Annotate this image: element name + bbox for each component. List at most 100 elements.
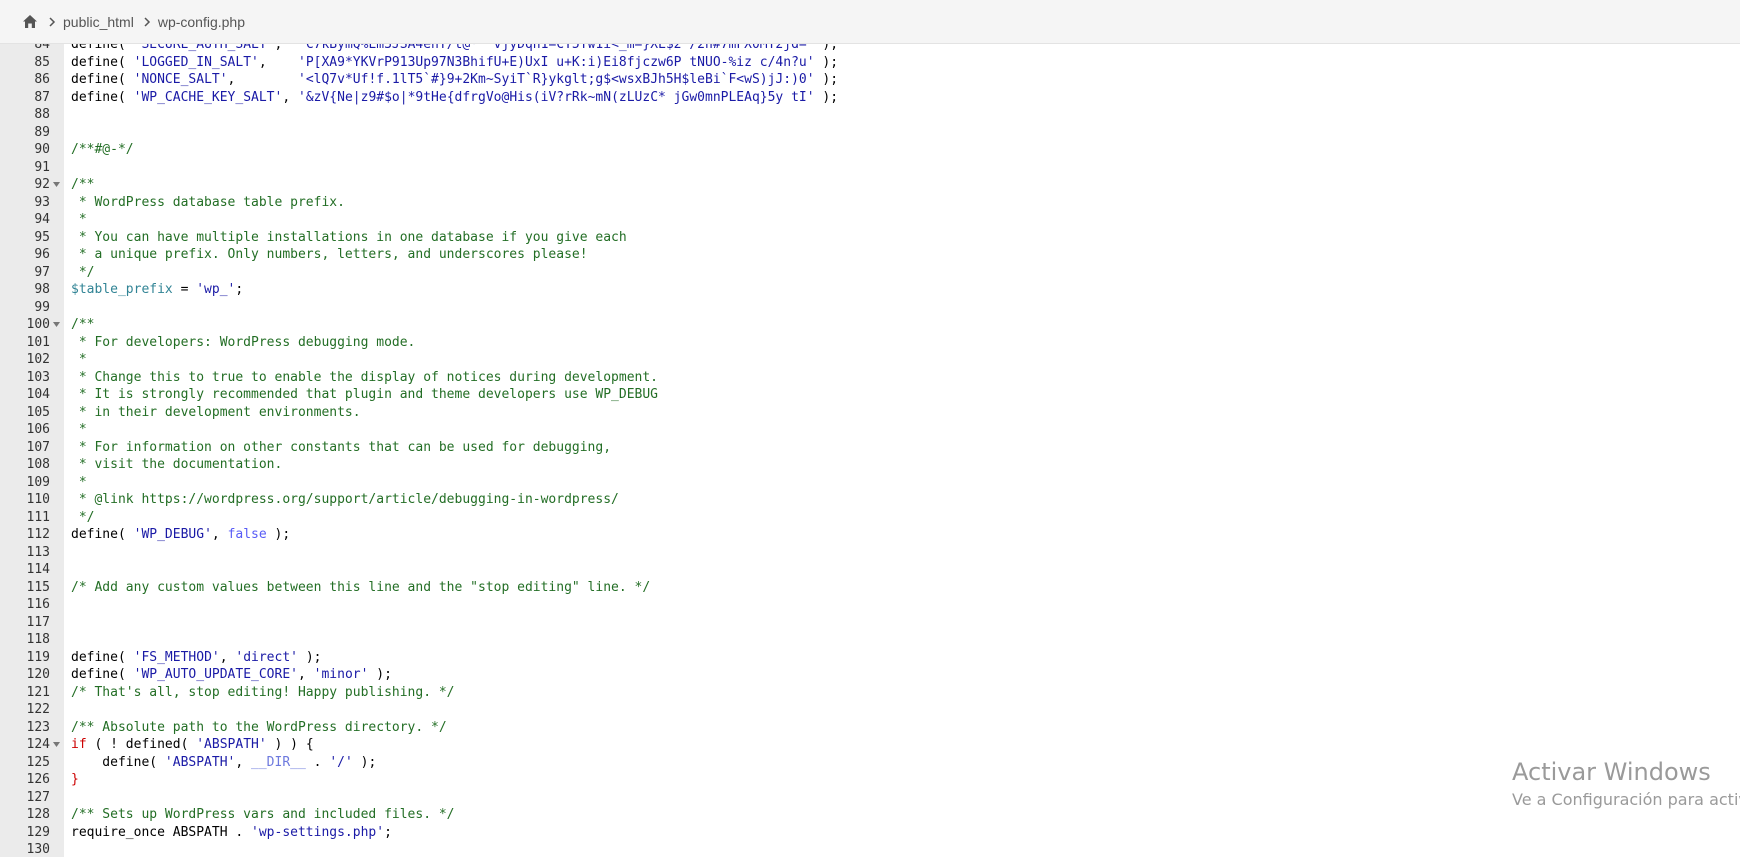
code-line[interactable]: 98 $table_prefix = 'wp_'; [0, 281, 1740, 299]
code-text: */ [71, 509, 95, 527]
code-token: * Change this to true to enable the disp… [71, 369, 658, 385]
code-line[interactable]: 88 [0, 106, 1740, 124]
code-token: 'WP_CACHE_KEY_SALT' [133, 89, 283, 105]
code-line[interactable]: 127 [0, 789, 1740, 807]
breadcrumb-wp-config[interactable]: wp-config.php [158, 14, 245, 30]
fold-caret-icon[interactable] [53, 736, 61, 754]
code-line[interactable]: 100 /** [0, 316, 1740, 334]
code-line[interactable]: 85 define( 'LOGGED_IN_SALT', 'P[XA9*YKVrP… [0, 54, 1740, 72]
code-line[interactable]: 97 */ [0, 264, 1740, 282]
code-token: * For developers: WordPress debugging mo… [71, 334, 416, 350]
code-text: * a unique prefix. Only numbers, letters… [71, 246, 588, 264]
code-token: . [305, 754, 330, 770]
code-text: * It is strongly recommended that plugin… [71, 386, 658, 404]
code-line[interactable]: 84 define( 'SECURE_AUTH_SALT', 'C7kBymQ%E… [0, 44, 1740, 54]
code-editor[interactable]: 84 define( 'SECURE_AUTH_SALT', 'C7kBymQ%E… [0, 44, 1740, 857]
code-line[interactable]: 109 * [0, 474, 1740, 492]
code-line[interactable]: 89 [0, 124, 1740, 142]
code-token: 'ABSPATH' [164, 754, 236, 770]
code-line[interactable]: 129 require_once ABSPATH . 'wp-settings.p… [0, 824, 1740, 842]
code-line[interactable]: 91 [0, 159, 1740, 177]
code-token: , [298, 667, 314, 682]
code-token: , [211, 527, 228, 542]
code-line[interactable]: 116 [0, 596, 1740, 614]
code-line[interactable]: 125 define( 'ABSPATH', __DIR__ . '/' ); [0, 754, 1740, 772]
code-line[interactable]: 122 [0, 701, 1740, 719]
home-icon[interactable] [21, 13, 39, 31]
code-line[interactable]: 108 * visit the documentation. [0, 456, 1740, 474]
code-line[interactable]: 104 * It is strongly recommended that pl… [0, 386, 1740, 404]
code-token: '<lQ7v*Uf!f.1lT5`#}9+2Km~SyiT`R}ykglt;g$… [298, 72, 815, 87]
code-line[interactable]: 96 * a unique prefix. Only numbers, lett… [0, 246, 1740, 264]
code-line[interactable]: 115 /* Add any custom values between this… [0, 579, 1740, 597]
code-line[interactable]: 112 define( 'WP_DEBUG', false ); [0, 526, 1740, 544]
code-line[interactable]: 110 * @link https://wordpress.org/suppor… [0, 491, 1740, 509]
code-text: /** Absolute path to the WordPress direc… [71, 719, 447, 737]
code-line[interactable]: 105 * in their development environments. [0, 404, 1740, 422]
code-line[interactable]: 101 * For developers: WordPress debuggin… [0, 334, 1740, 352]
code-token: define( [71, 72, 134, 87]
line-number: 128 [26, 807, 50, 822]
code-line[interactable]: 123 /** Absolute path to the WordPress di… [0, 719, 1740, 737]
code-line[interactable]: 103 * Change this to true to enable the … [0, 369, 1740, 387]
line-number: 107 [26, 439, 50, 455]
code-text: * You can have multiple installations in… [71, 229, 627, 247]
code-token: * For information on other constants tha… [71, 439, 612, 455]
code-line[interactable]: 87 define( 'WP_CACHE_KEY_SALT', '&zV{Ne|z… [0, 89, 1740, 107]
line-number: 100 [26, 317, 50, 332]
code-text: require_once ABSPATH . 'wp-settings.php'… [71, 824, 392, 842]
line-number: 116 [26, 597, 50, 612]
code-token: define( [71, 89, 134, 105]
code-line[interactable]: 94 * [0, 211, 1740, 229]
line-number: 108 [26, 457, 50, 472]
breadcrumb-public-html[interactable]: public_html [63, 14, 134, 30]
code-line[interactable]: 118 [0, 631, 1740, 649]
code-line[interactable]: 106 * [0, 421, 1740, 439]
code-line[interactable]: 93 * WordPress database table prefix. [0, 194, 1740, 212]
code-line[interactable]: 114 [0, 561, 1740, 579]
code-line[interactable]: 99 [0, 299, 1740, 317]
code-token: * @link https://wordpress.org/support/ar… [71, 492, 619, 507]
code-token: * in their development environments. [71, 404, 361, 420]
code-line[interactable]: 95 * You can have multiple installations… [0, 229, 1740, 247]
code-line[interactable]: 111 */ [0, 509, 1740, 527]
code-token: , [235, 754, 252, 770]
code-line[interactable]: 90 /**#@-*/ [0, 141, 1740, 159]
code-token: ); [814, 44, 839, 52]
code-text: define( 'SECURE_AUTH_SALT', 'C7kBymQ%Em3… [71, 44, 838, 54]
line-number: 97 [34, 264, 50, 280]
code-line[interactable]: 92 /** [0, 176, 1740, 194]
code-token: /* Add any custom values between this li… [71, 579, 651, 595]
code-text: * [71, 351, 87, 369]
line-number: 114 [26, 562, 50, 577]
code-line[interactable]: 120 define( 'WP_AUTO_UPDATE_CORE', 'minor… [0, 666, 1740, 684]
code-line[interactable]: 126} [0, 771, 1740, 789]
watermark-title: Activar Windows [1512, 758, 1711, 786]
code-line[interactable]: 86 define( 'NONCE_SALT', '<lQ7v*Uf!f.1lT5… [0, 71, 1740, 89]
code-line[interactable]: 128 /** Sets up WordPress vars and includ… [0, 806, 1740, 824]
code-text: * visit the documentation. [71, 456, 283, 474]
code-line[interactable]: 117 [0, 614, 1740, 632]
code-token: 'SECURE_AUTH_SALT' [133, 44, 275, 52]
code-line[interactable]: 107 * For information on other constants… [0, 439, 1740, 457]
line-number: 94 [34, 212, 50, 227]
code-token: '/' [329, 754, 353, 770]
line-number: 88 [34, 107, 50, 122]
code-token: ); [298, 649, 322, 665]
code-line[interactable]: 113 [0, 544, 1740, 562]
chevron-right-icon [140, 15, 154, 29]
code-token: define( [71, 527, 134, 542]
code-text: /* Add any custom values between this li… [71, 579, 650, 597]
code-line[interactable]: 130 [0, 841, 1740, 857]
code-line[interactable]: 119 define( 'FS_METHOD', 'direct' ); [0, 649, 1740, 667]
code-token: /* That's all, stop editing! Happy publi… [71, 684, 455, 700]
fold-caret-icon[interactable] [53, 176, 61, 194]
code-token: ); [266, 527, 291, 542]
code-line[interactable]: 102 * [0, 351, 1740, 369]
code-text: * in their development environments. [71, 404, 361, 422]
fold-caret-icon[interactable] [53, 316, 61, 334]
code-line[interactable]: 124 if ( ! defined( 'ABSPATH' ) ) { [0, 736, 1740, 754]
code-token: ); [368, 667, 392, 682]
code-line[interactable]: 121 /* That's all, stop editing! Happy pu… [0, 684, 1740, 702]
code-token: ( ! defined( [86, 737, 197, 752]
